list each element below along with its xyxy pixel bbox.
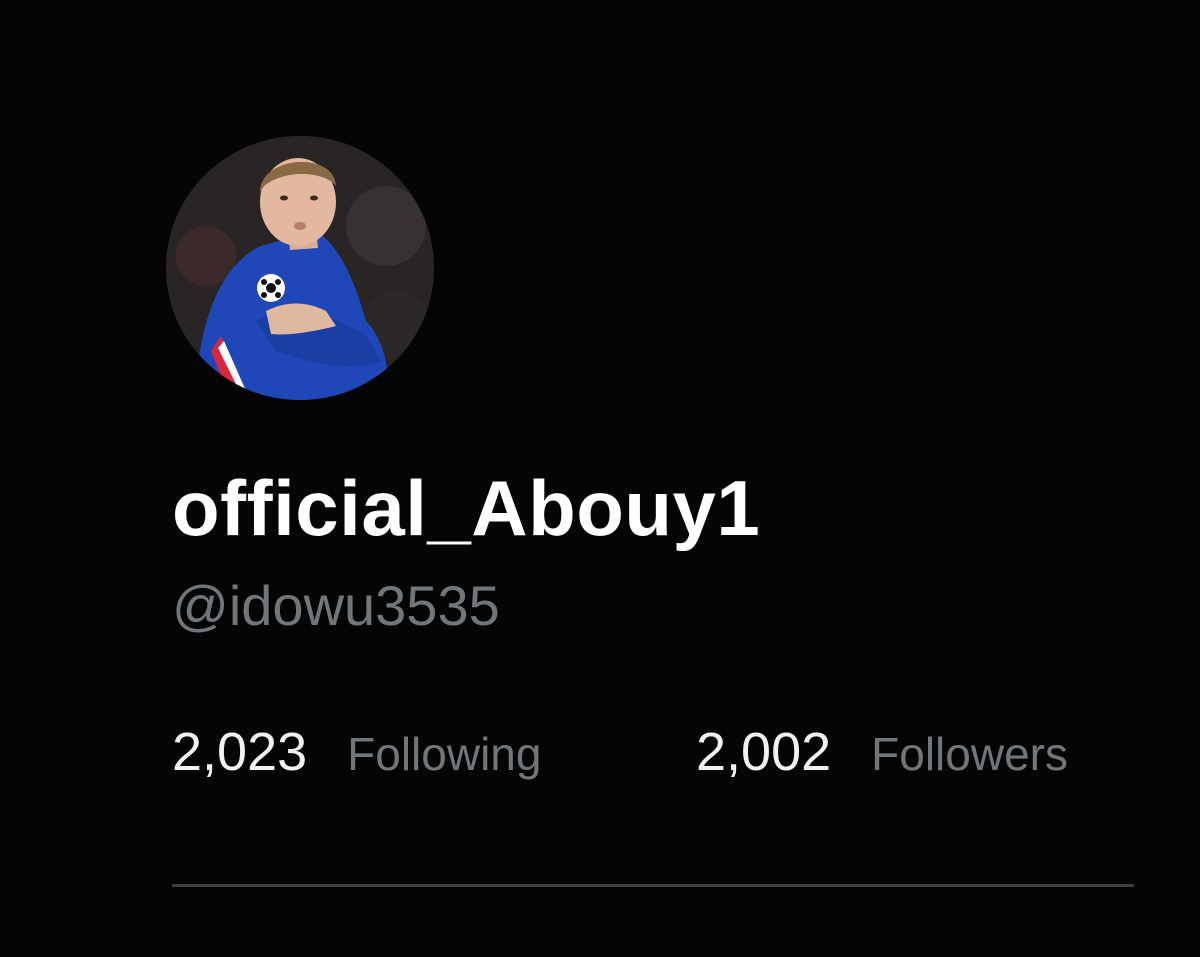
display-name: official_Abouy1 xyxy=(172,464,761,552)
user-handle: @idowu3535 xyxy=(172,574,500,637)
followers-count: 2,002 xyxy=(696,722,832,782)
profile-header: official_Abouy1 @idowu3535 2,023 Followin… xyxy=(0,0,1200,957)
following-label: Following xyxy=(347,728,542,780)
section-divider xyxy=(172,884,1134,887)
followers-label: Followers xyxy=(871,728,1068,780)
following-link[interactable]: 2,023 Following xyxy=(172,720,541,785)
avatar-photo-icon xyxy=(166,136,434,400)
followers-link[interactable]: 2,002 Followers xyxy=(696,720,1068,785)
following-count: 2,023 xyxy=(172,722,308,782)
profile-avatar[interactable] xyxy=(166,136,434,400)
